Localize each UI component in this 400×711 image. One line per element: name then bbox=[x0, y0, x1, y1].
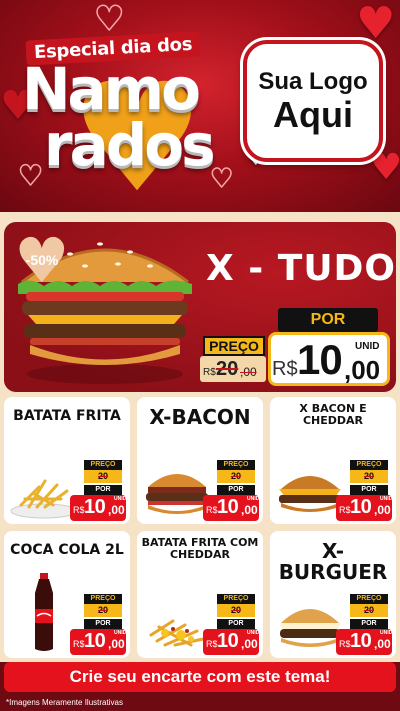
new-price-label: POR bbox=[350, 619, 388, 629]
new-price-label: POR bbox=[350, 485, 388, 495]
product-card: BATATA FRITA COM CHEDDAR PREÇO 20 POR R$ 10,0… bbox=[137, 531, 263, 658]
price-cents: ,00 bbox=[241, 503, 258, 517]
price-value: 10 bbox=[217, 630, 239, 652]
old-price-value: 20 bbox=[363, 605, 374, 615]
old-price: 20 bbox=[217, 604, 255, 617]
price-unit: UNID bbox=[380, 496, 393, 502]
old-price-value: 20 bbox=[97, 605, 108, 615]
price-value: 10 bbox=[350, 630, 372, 652]
old-price-value: 20 bbox=[230, 605, 241, 615]
old-price: 20 bbox=[84, 604, 122, 617]
price-value: 10 bbox=[84, 630, 106, 652]
heart-outline-icon: ♥ bbox=[93, 0, 125, 39]
logo-text-2: Aqui bbox=[273, 94, 353, 136]
price-value: 10 bbox=[297, 336, 343, 383]
product-name: X BACON E CHEDDAR bbox=[299, 402, 367, 427]
price-tag: R$ 10,00 UNID bbox=[336, 495, 392, 521]
price-tag: R$ 10,00 UNID bbox=[70, 629, 126, 655]
price-currency: R$ bbox=[339, 639, 351, 649]
old-price-label: PREÇO bbox=[350, 460, 388, 470]
new-price-label: POR bbox=[84, 485, 122, 495]
product-name: BATATA FRITA COM CHEDDAR bbox=[141, 536, 259, 561]
price-unit: UNID bbox=[355, 341, 380, 352]
price-tag: R$ 10,00 UNID bbox=[203, 629, 259, 655]
logo-placeholder: Sua Logo Aqui bbox=[243, 40, 383, 162]
old-price: 20 bbox=[217, 470, 255, 483]
title-line-2: rados bbox=[44, 111, 216, 179]
price-cents: ,00 bbox=[108, 503, 125, 517]
old-price: 20 bbox=[84, 470, 122, 483]
product-card: BATATA FRITA PREÇO 20 POR R$ 10,00 UNID bbox=[4, 397, 130, 524]
price-currency: R$ bbox=[206, 505, 218, 515]
old-price-label: PREÇO bbox=[84, 460, 122, 470]
discount-badge: ♥ -50% bbox=[14, 230, 70, 292]
price-unit: UNID bbox=[380, 630, 393, 636]
price-value: 10 bbox=[84, 496, 106, 518]
price-currency: R$ bbox=[272, 358, 298, 380]
product-card: X BACON E CHEDDAR PREÇO 20 POR R$ 10,00 UNID bbox=[270, 397, 396, 524]
discount-text: -50% bbox=[25, 252, 59, 268]
footnote: *Imagens Meramente Ilustrativas bbox=[6, 698, 123, 707]
old-price-label: PREÇO bbox=[350, 594, 388, 604]
old-price-value: 20 bbox=[216, 358, 239, 380]
cta-banner[interactable]: Crie seu encarte com este tema! bbox=[4, 662, 396, 692]
price-cents: ,00 bbox=[344, 355, 381, 385]
old-price: 20 bbox=[350, 604, 388, 617]
product-name: COCA COLA 2L bbox=[10, 542, 124, 558]
price-currency: R$ bbox=[73, 505, 85, 515]
old-price-currency: R$ bbox=[203, 367, 216, 378]
old-price-label: PREÇO bbox=[203, 336, 265, 356]
product-card: X-BURGUER PREÇO 20 POR R$ 10,00 UNID bbox=[270, 531, 396, 658]
product-name: BATATA FRITA bbox=[13, 408, 121, 424]
new-price-label: POR bbox=[84, 619, 122, 629]
price-tag: R$ 10,00 UNID bbox=[70, 495, 126, 521]
title-line-1: Namo bbox=[22, 55, 201, 123]
price-currency: R$ bbox=[73, 639, 85, 649]
old-price-cents: ,00 bbox=[240, 365, 257, 379]
price-currency: R$ bbox=[206, 639, 218, 649]
product-name: X-BACON bbox=[149, 405, 251, 429]
price-cents: ,00 bbox=[108, 637, 125, 651]
logo-text-1: Sua Logo bbox=[258, 68, 368, 96]
price-unit: UNID bbox=[114, 630, 127, 636]
price-unit: UNID bbox=[247, 630, 260, 636]
old-price-value: 20 bbox=[97, 471, 108, 481]
campaign-title: ♥ Especial dia dos Namo rados bbox=[12, 31, 232, 214]
product-card: X-BACON PREÇO 20 POR R$ 10,00 UNID bbox=[137, 397, 263, 524]
old-price-value: 20 bbox=[230, 471, 241, 481]
price-tag: R$ 10,00 UNID bbox=[336, 629, 392, 655]
product-name: X-BURGUER bbox=[278, 539, 388, 584]
price-value: 10 bbox=[217, 496, 239, 518]
product-card: COCA COLA 2L PREÇO 20 POR R$ 10,00 UNID bbox=[4, 531, 130, 658]
price-value: 10 bbox=[350, 496, 372, 518]
new-price-label: POR bbox=[217, 485, 255, 495]
new-price-label: POR bbox=[217, 619, 255, 629]
new-price-label: POR bbox=[278, 308, 378, 332]
featured-name: X - TUDO bbox=[206, 248, 397, 289]
price-cents: ,00 bbox=[374, 637, 391, 651]
old-price-label: PREÇO bbox=[217, 460, 255, 470]
old-price: 20 bbox=[350, 470, 388, 483]
old-price-label: PREÇO bbox=[84, 594, 122, 604]
price-tag: R$ 10,00 UNID bbox=[203, 495, 259, 521]
old-price-value: 20 bbox=[363, 471, 374, 481]
price-unit: UNID bbox=[114, 496, 127, 502]
price-cents: ,00 bbox=[241, 637, 258, 651]
price-unit: UNID bbox=[247, 496, 260, 502]
price-cents: ,00 bbox=[374, 503, 391, 517]
old-price-label: PREÇO bbox=[217, 594, 255, 604]
price-currency: R$ bbox=[339, 505, 351, 515]
